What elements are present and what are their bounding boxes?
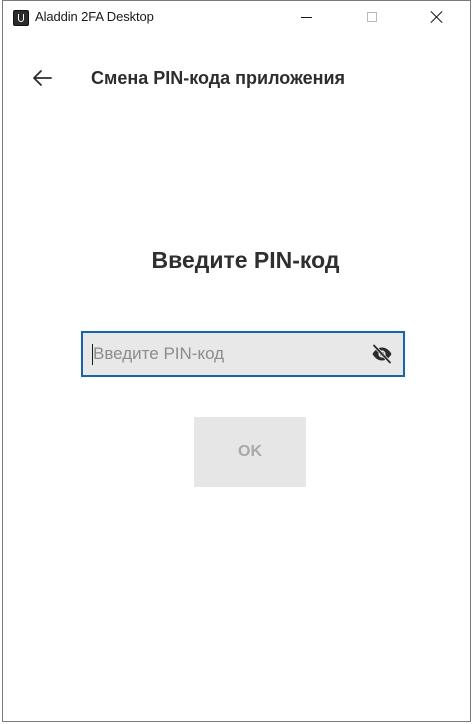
pin-prompt-heading: Введите PIN-код — [151, 247, 340, 273]
close-icon — [430, 11, 442, 23]
page-header: Смена PIN-кода приложения — [3, 59, 470, 99]
title-bar[interactable]: Aladdin 2FA Desktop — [3, 1, 470, 33]
eye-off-icon — [372, 343, 392, 365]
maximize-icon — [367, 12, 377, 22]
arrow-left-icon — [33, 70, 52, 86]
close-button[interactable] — [413, 1, 459, 33]
window-title: Aladdin 2FA Desktop — [35, 9, 154, 24]
ok-button[interactable]: OK — [194, 417, 306, 487]
maximize-button[interactable] — [349, 1, 395, 33]
app-window: Aladdin 2FA Desktop Смена PIN-кода прило… — [2, 0, 471, 722]
app-logo-icon — [13, 10, 29, 26]
minimize-icon — [300, 16, 312, 18]
pin-field[interactable] — [81, 331, 405, 377]
pin-input[interactable] — [93, 333, 353, 375]
back-button[interactable] — [31, 67, 59, 89]
page-title: Смена PIN-кода приложения — [91, 68, 346, 88]
minimize-button[interactable] — [283, 1, 329, 33]
toggle-visibility-button[interactable] — [371, 343, 393, 365]
